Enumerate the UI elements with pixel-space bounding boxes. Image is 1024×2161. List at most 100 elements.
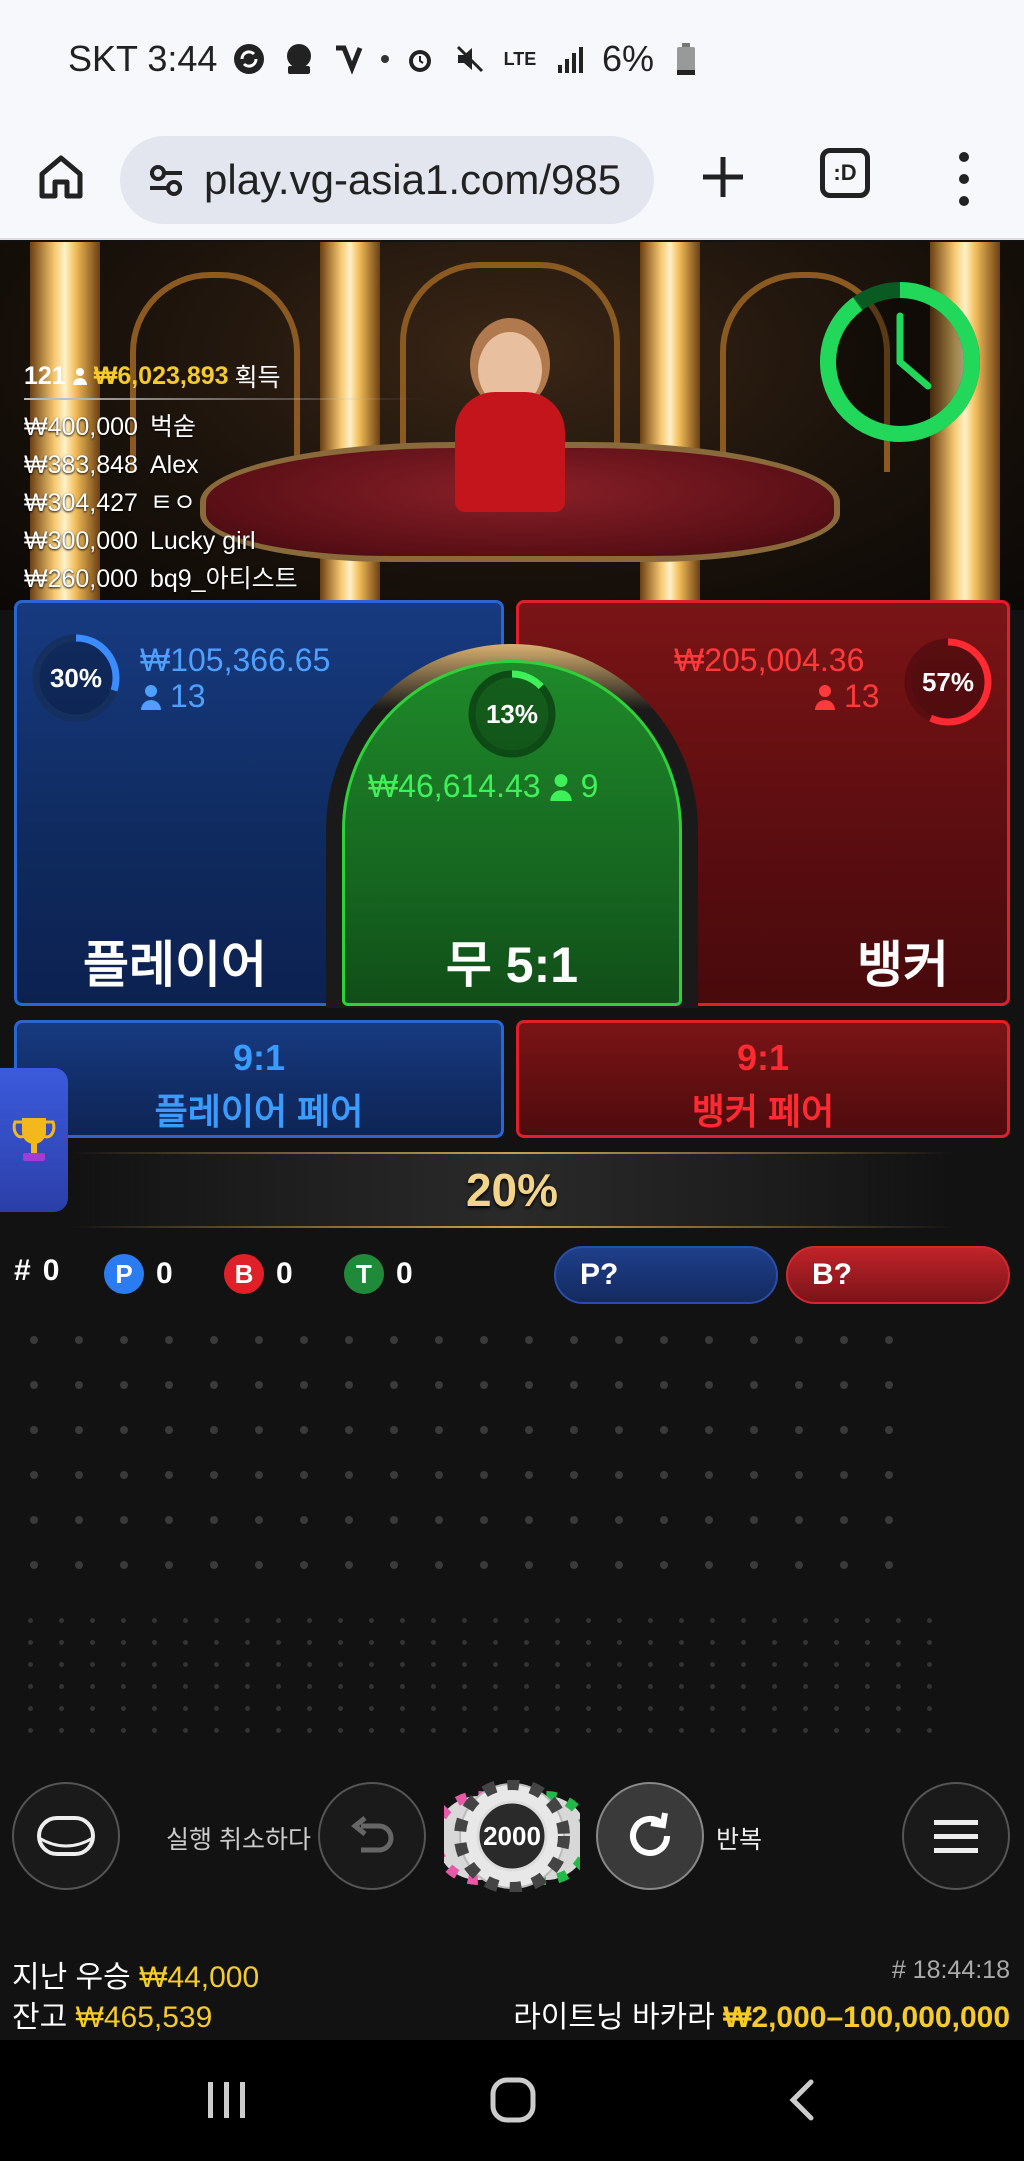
road-cell-small <box>307 1662 312 1667</box>
road-cell <box>300 1426 308 1434</box>
road-cell-small <box>28 1618 33 1623</box>
road-cell <box>615 1561 623 1569</box>
tab-switcher-button[interactable]: :D <box>820 148 870 198</box>
road-cell-small <box>431 1728 436 1733</box>
banker-percent: 57% <box>900 634 996 730</box>
new-tab-button[interactable] <box>692 146 754 208</box>
road-cell-small <box>28 1728 33 1733</box>
road-cell <box>165 1336 173 1344</box>
road-cell <box>840 1381 848 1389</box>
player-total: ₩105,366.65 <box>140 642 330 679</box>
road-cell <box>795 1426 803 1434</box>
road-cell-small <box>586 1640 591 1645</box>
tie-badge-icon: T <box>344 1254 384 1294</box>
table-limits: 라이트닝 바카라 ₩2,000–100,000,000 <box>513 1992 1010 2036</box>
system-nav-bar <box>0 2040 1024 2161</box>
road-cell-small <box>865 1706 870 1711</box>
road-cell-small <box>338 1684 343 1689</box>
predict-player-button[interactable]: P? <box>554 1246 778 1304</box>
road-cell <box>435 1561 443 1569</box>
road-cell-small <box>369 1706 374 1711</box>
round-count-value: 0 <box>42 1254 60 1287</box>
road-cell-small <box>555 1706 560 1711</box>
road-cell-small <box>183 1662 188 1667</box>
tie-percent-text: 13% <box>485 698 539 729</box>
road-cell-small <box>524 1640 529 1645</box>
player-pair-bet-spot[interactable]: 9:1 플레이어 페어 <box>14 1020 504 1138</box>
road-cell <box>750 1471 758 1479</box>
road-cell-small <box>710 1684 715 1689</box>
road-cell-small <box>617 1706 622 1711</box>
url-text[interactable]: play.vg-asia1.com/985 <box>204 156 644 204</box>
road-cell-small <box>710 1618 715 1623</box>
table-view-button[interactable] <box>12 1782 120 1890</box>
road-cell-small <box>524 1728 529 1733</box>
undo-button[interactable] <box>318 1782 426 1890</box>
road-cell <box>435 1426 443 1434</box>
road-cell-small <box>679 1706 684 1711</box>
road-cell <box>210 1561 218 1569</box>
road-cell-small <box>307 1618 312 1623</box>
road-cell-small <box>927 1640 932 1645</box>
road-cell-small <box>586 1728 591 1733</box>
road-cell <box>795 1516 803 1524</box>
road-cell-small <box>648 1706 653 1711</box>
back-button[interactable] <box>766 2070 836 2130</box>
road-cell <box>885 1561 893 1569</box>
road-cell-small <box>555 1662 560 1667</box>
leaderboard-name: ㅌㅇ <box>149 489 196 517</box>
road-cell-small <box>927 1684 932 1689</box>
road-cell-small <box>338 1728 343 1733</box>
road-cell <box>660 1471 668 1479</box>
road-cell-small <box>617 1618 622 1623</box>
banker-wins: B 0 <box>224 1254 293 1294</box>
road-cell <box>255 1426 263 1434</box>
app-root: SKT 3:44 LTE 6% play.vg-asia1.com/985:D… <box>0 0 1024 2161</box>
road-cell-small <box>28 1706 33 1711</box>
menu-button[interactable] <box>902 1782 1010 1890</box>
undo-label: 실행 취소하다 <box>166 1826 311 1854</box>
road-cell <box>480 1561 488 1569</box>
chip-selector[interactable]: 2000 <box>431 1778 593 1894</box>
signal-icon <box>552 41 588 77</box>
road-cell <box>210 1336 218 1344</box>
road-cell-small <box>834 1618 839 1623</box>
recent-apps-button[interactable] <box>192 2070 262 2130</box>
home-circle-icon <box>490 2077 536 2123</box>
road-cell-small <box>741 1640 746 1645</box>
leaderboard-toggle-button[interactable] <box>0 1068 68 1212</box>
road-cell-small <box>245 1706 250 1711</box>
last-win-label: 지난 우승 <box>12 1961 131 1994</box>
url-bar[interactable]: play.vg-asia1.com/985 <box>120 136 654 224</box>
banker-pair-bet-spot[interactable]: 9:1 뱅커 페어 <box>516 1020 1010 1138</box>
road-cell-small <box>90 1618 95 1623</box>
home-button[interactable] <box>30 146 92 208</box>
tie-bettor-count: 9 <box>580 768 599 804</box>
road-cell <box>30 1336 38 1344</box>
road-cell-small <box>214 1706 219 1711</box>
road-cell <box>750 1336 758 1344</box>
site-settings-icon[interactable] <box>138 152 194 208</box>
road-cell-small <box>710 1728 715 1733</box>
banker-pair-odds: 9:1 <box>736 1037 790 1078</box>
leaderboard-name: 벅숟 <box>149 413 196 441</box>
road-cell-small <box>307 1706 312 1711</box>
leaderboard-name: bq9_아티스트 <box>149 565 298 593</box>
road-cell-small <box>648 1728 653 1733</box>
road-cell <box>525 1336 533 1344</box>
plus-icon <box>703 157 743 197</box>
road-cell-small <box>710 1706 715 1711</box>
road-cell <box>30 1516 38 1524</box>
road-cell-small <box>834 1662 839 1667</box>
home-nav-button[interactable] <box>478 2070 548 2130</box>
more-menu-button[interactable] <box>944 146 984 212</box>
road-cell <box>120 1336 128 1344</box>
predict-banker-button[interactable]: B? <box>786 1246 1010 1304</box>
road-cell <box>525 1426 533 1434</box>
last-win-value: ₩44,000 <box>139 1961 260 1994</box>
winners-leaderboard: 121 ₩6,023,893 획득 ₩400,000 벅숟 ₩383,848 Alex… <box>24 358 424 636</box>
road-cell <box>885 1471 893 1479</box>
road-cell-small <box>927 1662 932 1667</box>
road-cell <box>345 1516 353 1524</box>
repeat-button[interactable] <box>596 1782 704 1890</box>
